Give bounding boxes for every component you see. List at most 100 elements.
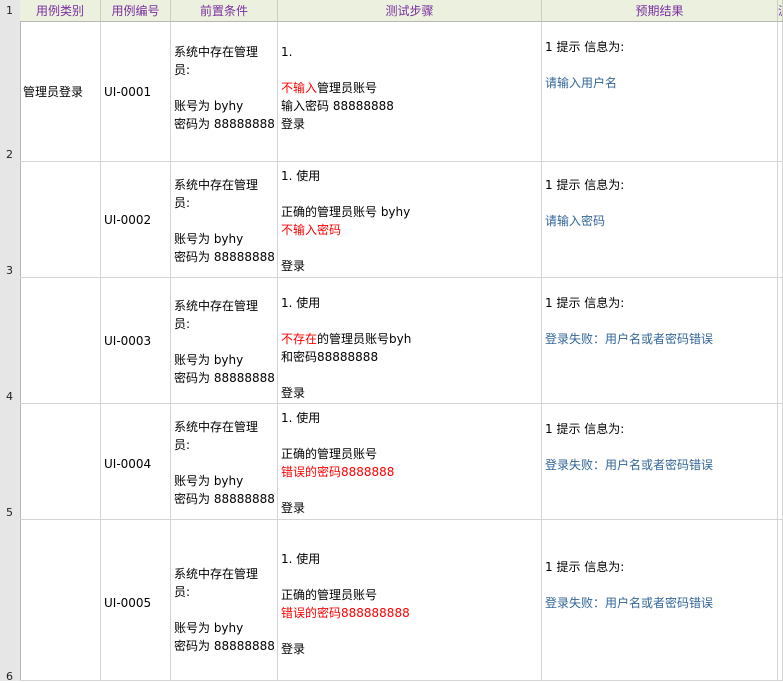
step-line [281,427,539,445]
step-line [281,61,539,79]
step-highlight: 不输入 [281,81,318,95]
step-line [281,185,539,203]
expected-message: 请输入用户名 [545,76,618,90]
step-text: 1. 使用 [281,552,321,566]
step-line: 1. 使用 [281,294,539,312]
cell-test-steps[interactable]: 1. 不输入管理员账号 输入密码 88888888 登录 [278,22,542,162]
cell-test-steps[interactable]: 1. 使用正确的管理员账号 byhy 不输入密码登录 [278,162,542,278]
cell-precondition[interactable]: 系统中存在管理 员: 账号为 byhy 密码为 88888888 [171,520,278,681]
cell-expected-result[interactable]: 1 提示 信息为: 登录失败：用户名或者密码错误 [542,404,778,520]
row-number[interactable]: 3 [0,264,20,277]
row-number[interactable]: 6 [0,670,20,683]
step-text: 登录 [281,117,306,131]
header-case-id[interactable]: 用例编号 [101,0,171,22]
step-text: 登录 [281,642,306,656]
precondition-line: 系统中存在管理 [174,45,259,59]
cell-category[interactable] [20,520,101,681]
precondition-line: 密码为 88888888 [174,639,275,653]
cell-case-id[interactable]: UI-0005 [101,520,171,681]
header-precondition[interactable]: 前置条件 [171,0,278,22]
cell-category[interactable] [20,162,101,278]
cell-precondition[interactable]: 系统中存在管理 员: 账号为 byhy 密码为 88888888 [171,404,278,520]
header-extra-clipped[interactable]: 派 [778,0,783,22]
cell-category[interactable] [20,278,101,404]
cell-case-id[interactable]: UI-0003 [101,278,171,404]
step-highlight: 不存在 [281,332,318,346]
cell-expected-result[interactable]: 1 提示 信息为: 登录失败：用户名或者密码错误 [542,278,778,404]
expected-message: 登录失败：用户名或者密码错误 [545,332,714,346]
precondition-line: 员: [174,317,191,331]
cell-test-steps[interactable]: 1. 使用正确的管理员账号错误的密码8888888 登录 [278,404,542,520]
cell-expected-result[interactable]: 1 提示 信息为: 登录失败：用户名或者密码错误 [542,520,778,681]
cell-precondition[interactable]: 系统中存在管理 员: 账号为 byhy 密码为 88888888 [171,22,278,162]
cell-case-id[interactable]: UI-0002 [101,162,171,278]
step-text: 和密码88888888 [281,350,379,364]
cell-extra-clipped[interactable] [778,520,783,681]
step-line [281,366,539,384]
precondition-line [174,454,275,472]
category-text [23,211,98,229]
cell-test-steps[interactable]: 1. 使用不存在的管理员账号byh 和密码88888888 登录 [278,278,542,404]
step-line [281,622,539,640]
cell-expected-result[interactable]: 1 提示 信息为: 请输入用户名 [542,22,778,162]
expected-title: 1 提示 信息为: [545,296,625,310]
step-highlight: 错误的密码8888888 [281,465,395,479]
case-id-text: UI-0001 [104,85,152,99]
header-steps[interactable]: 测试步骤 [278,0,542,22]
expected-title: 1 提示 信息为: [545,422,625,436]
step-line: 登录 [281,384,539,402]
cell-extra-clipped[interactable] [778,22,783,162]
step-text: 正确的管理员账号 [281,447,378,461]
cell-extra-clipped[interactable] [778,162,783,278]
precondition-line: 员: [174,63,191,77]
precondition-line: 账号为 byhy [174,99,244,113]
precondition-line: 员: [174,196,191,210]
row-number[interactable]: 1 [0,4,20,17]
expected-title: 1 提示 信息为: [545,178,625,192]
row-number[interactable]: 4 [0,390,20,403]
cell-test-steps[interactable]: 1. 使用正确的管理员账号错误的密码888888888 登录 [278,520,542,681]
step-line: 正确的管理员账号 byhy [281,203,539,221]
cell-expected-result[interactable]: 1 提示 信息为: 请输入密码 [542,162,778,278]
cell-extra-clipped[interactable] [778,278,783,404]
cell-precondition[interactable]: 系统中存在管理 员: 账号为 byhy 密码为 88888888 [171,278,278,404]
spreadsheet: 1 2 3 4 5 6 用例类别 用例编号 前置条件 测试步骤 预期结果 派 管… [0,0,783,683]
cell-category[interactable]: 管理员登录 [20,22,101,162]
precondition-line [174,333,275,351]
step-text: 正确的管理员账号 [281,588,378,602]
step-text: 输入密码 88888888 [281,99,394,113]
step-line: 登录 [281,257,539,275]
category-text: 管理员登录 [23,85,84,99]
header-expected[interactable]: 预期结果 [542,0,778,22]
step-line: 1. 使用 [281,409,539,427]
cell-extra-clipped[interactable] [778,404,783,520]
step-line: 1. [281,43,539,61]
cell-case-id[interactable]: UI-0004 [101,404,171,520]
step-line: 不存在的管理员账号byh [281,330,539,348]
step-line: 不输入密码 [281,221,539,239]
category-text [23,332,98,350]
row-number[interactable]: 5 [0,506,20,519]
step-highlight: 错误的密码888888888 [281,606,410,620]
precondition-line: 员: [174,585,191,599]
case-id-text: UI-0004 [104,457,152,471]
precondition-line: 系统中存在管理 [174,420,259,434]
cell-category[interactable] [20,404,101,520]
precondition-line: 密码为 88888888 [174,117,275,131]
cell-case-id[interactable]: UI-0001 [101,22,171,162]
precondition-line [174,79,275,97]
step-line: 登录 [281,499,539,517]
step-text: 1. [281,45,293,59]
row-number[interactable]: 2 [0,148,20,161]
step-line: 和密码88888888 [281,348,539,366]
cell-precondition[interactable]: 系统中存在管理 员: 账号为 byhy 密码为 88888888 [171,162,278,278]
precondition-line: 密码为 88888888 [174,371,275,385]
header-category[interactable]: 用例类别 [20,0,101,22]
step-line: 登录 [281,640,539,658]
precondition-line: 密码为 88888888 [174,492,275,506]
step-text: 1. 使用 [281,169,321,183]
step-line [281,568,539,586]
